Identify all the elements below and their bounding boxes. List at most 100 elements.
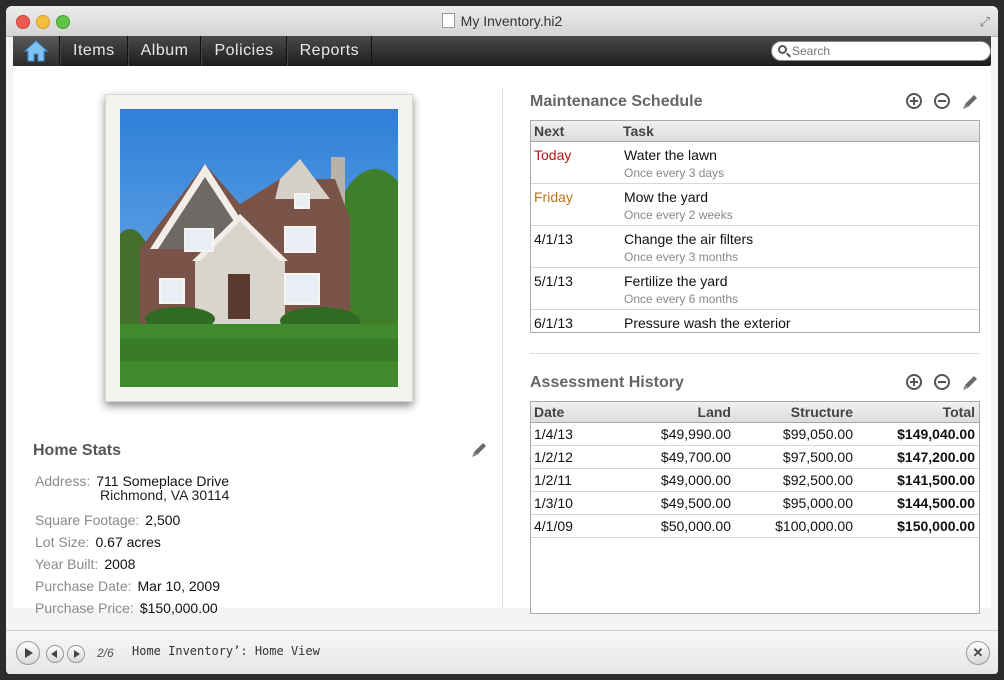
- maintenance-task: Mow the yard: [624, 189, 709, 205]
- window-title: My Inventory.hi2: [460, 13, 563, 29]
- assessment-row[interactable]: 1/3/10 $49,500.00 $95,000.00 $144,500.00: [531, 492, 979, 515]
- stat-value: 0.67 acres: [95, 534, 161, 550]
- panel-divider: [502, 88, 503, 608]
- assessment-date: 1/2/12: [534, 449, 573, 465]
- col-total[interactable]: Total: [943, 404, 975, 420]
- maintenance-task: Water the lawn: [624, 147, 717, 163]
- play-button[interactable]: [16, 641, 40, 665]
- col-task[interactable]: Task: [623, 123, 654, 139]
- maintenance-frequency: Once every 6 months: [624, 292, 739, 306]
- pencil-icon: [472, 443, 486, 457]
- edit-maintenance-button[interactable]: [961, 91, 981, 111]
- stat-label: Purchase Date:: [35, 578, 132, 594]
- stat-label: Lot Size:: [35, 534, 90, 550]
- main-content: Home Stats Address: 711 Someplace Drive R…: [13, 66, 991, 616]
- assessment-total: $141,500.00: [897, 472, 975, 488]
- assessment-structure: $92,500.00: [782, 472, 853, 488]
- assessment-row[interactable]: 1/2/11 $49,000.00 $92,500.00 $141,500.00: [531, 469, 979, 492]
- remove-assessment-button[interactable]: [934, 374, 950, 390]
- assessment-land: $49,700.00: [660, 449, 731, 465]
- pencil-icon: [963, 376, 977, 390]
- maintenance-row[interactable]: 6/1/13 Pressure wash the exterior: [531, 310, 979, 332]
- stat-row: Lot Size: 0.67 acres: [35, 531, 229, 553]
- next-button[interactable]: [67, 645, 85, 663]
- add-maintenance-button[interactable]: [906, 93, 922, 109]
- page-indicator: 2/6: [97, 646, 114, 660]
- home-icon: [24, 40, 48, 62]
- nav-reports[interactable]: Reports: [286, 36, 373, 66]
- toolbar: Items Album Policies Reports: [13, 36, 991, 66]
- pencil-icon: [963, 95, 977, 109]
- col-land[interactable]: Land: [698, 404, 731, 420]
- fullscreen-icon[interactable]: ⤢: [980, 14, 990, 30]
- edit-assessment-button[interactable]: [961, 372, 981, 392]
- assessment-row[interactable]: 1/4/13 $49,990.00 $99,050.00 $149,040.00: [531, 423, 979, 446]
- home-photo: [120, 109, 398, 387]
- maintenance-next-date: 5/1/13: [534, 273, 573, 289]
- maintenance-table: Next Task Today Water the lawn Once every …: [530, 120, 980, 333]
- maintenance-title: Maintenance Schedule: [530, 93, 703, 110]
- search-input[interactable]: [790, 43, 984, 59]
- remove-maintenance-button[interactable]: [934, 93, 950, 109]
- document-icon: [441, 13, 455, 28]
- assessment-row[interactable]: 4/1/09 $50,000.00 $100,000.00 $150,000.00: [531, 515, 979, 538]
- maintenance-row[interactable]: 5/1/13 Fertilize the yard Once every 6 mon…: [531, 268, 979, 310]
- assessment-land: $50,000.00: [660, 518, 731, 534]
- maintenance-row[interactable]: 4/1/13 Change the air filters Once every 3…: [531, 226, 979, 268]
- home-stats-title: Home Stats: [33, 442, 122, 459]
- maintenance-row[interactable]: Friday Mow the yard Once every 2 weeks: [531, 184, 979, 226]
- assessment-total: $150,000.00: [897, 518, 975, 534]
- assessment-date: 1/4/13: [534, 426, 573, 442]
- maintenance-next-date: Today: [534, 147, 572, 163]
- stat-row: Year Built: 2008: [35, 553, 229, 575]
- maintenance-task: Pressure wash the exterior: [624, 315, 791, 331]
- maintenance-header: Next Task: [531, 121, 979, 142]
- assessment-date: 1/3/10: [534, 495, 573, 511]
- assessment-land: $49,500.00: [660, 495, 731, 511]
- assessment-row[interactable]: 1/2/12 $49,700.00 $97,500.00 $147,200.00: [531, 446, 979, 469]
- assessment-land: $49,000.00: [660, 472, 731, 488]
- edit-home-stats-button[interactable]: [470, 439, 490, 459]
- assessment-title: Assessment History: [530, 374, 684, 391]
- assessment-date: 1/2/11: [534, 472, 572, 488]
- stat-label: Square Footage:: [35, 512, 140, 528]
- stat-value: 2,500: [145, 512, 181, 528]
- maintenance-row[interactable]: Today Water the lawn Once every 3 days: [531, 142, 979, 184]
- title-bar: My Inventory.hi2 ⤢: [6, 6, 998, 37]
- nav-album[interactable]: Album: [127, 36, 202, 66]
- maintenance-next-date: Friday: [534, 189, 573, 205]
- nav-items[interactable]: Items: [60, 36, 128, 66]
- maintenance-next-date: 6/1/13: [534, 315, 573, 331]
- maintenance-frequency: Once every 3 months: [624, 250, 739, 264]
- search-box[interactable]: [771, 41, 991, 61]
- previous-button[interactable]: [46, 645, 64, 663]
- assessment-land: $49,990.00: [660, 426, 731, 442]
- col-date[interactable]: Date: [534, 404, 564, 420]
- assessment-date: 4/1/09: [534, 518, 573, 534]
- nav-policies[interactable]: Policies: [201, 36, 287, 66]
- stat-row: Purchase Price: $150,000.00: [35, 597, 229, 619]
- col-next[interactable]: Next: [534, 123, 564, 139]
- search-icon: [778, 45, 787, 54]
- bottom-bar: 2/6 Home Inventory’: Home View ✕: [6, 630, 998, 674]
- section-divider: [530, 353, 980, 354]
- maintenance-frequency: Once every 3 days: [624, 166, 725, 180]
- add-assessment-button[interactable]: [906, 374, 922, 390]
- stat-value: 2008: [104, 556, 136, 572]
- col-structure[interactable]: Structure: [791, 404, 853, 420]
- main-nav: Items Album Policies Reports: [60, 36, 373, 66]
- stat-row: Purchase Date: Mar 10, 2009: [35, 575, 229, 597]
- stat-row: Square Footage: 2,500: [35, 509, 229, 531]
- assessment-total: $147,200.00: [897, 449, 975, 465]
- close-icon[interactable]: ✕: [966, 641, 990, 665]
- home-button[interactable]: [13, 36, 60, 66]
- stat-label: Address:: [35, 473, 91, 489]
- window-title-wrap: My Inventory.hi2: [6, 13, 998, 29]
- maintenance-task: Change the air filters: [624, 231, 754, 247]
- app-window: My Inventory.hi2 ⤢ Items Album Policies …: [6, 6, 998, 674]
- assessment-total: $144,500.00: [897, 495, 975, 511]
- assessment-table: Date Land Structure Total 1/4/13 $49,990.…: [530, 401, 980, 614]
- home-photo-frame[interactable]: [105, 94, 413, 402]
- assessment-structure: $100,000.00: [775, 518, 853, 534]
- stat-label: Year Built:: [35, 556, 99, 572]
